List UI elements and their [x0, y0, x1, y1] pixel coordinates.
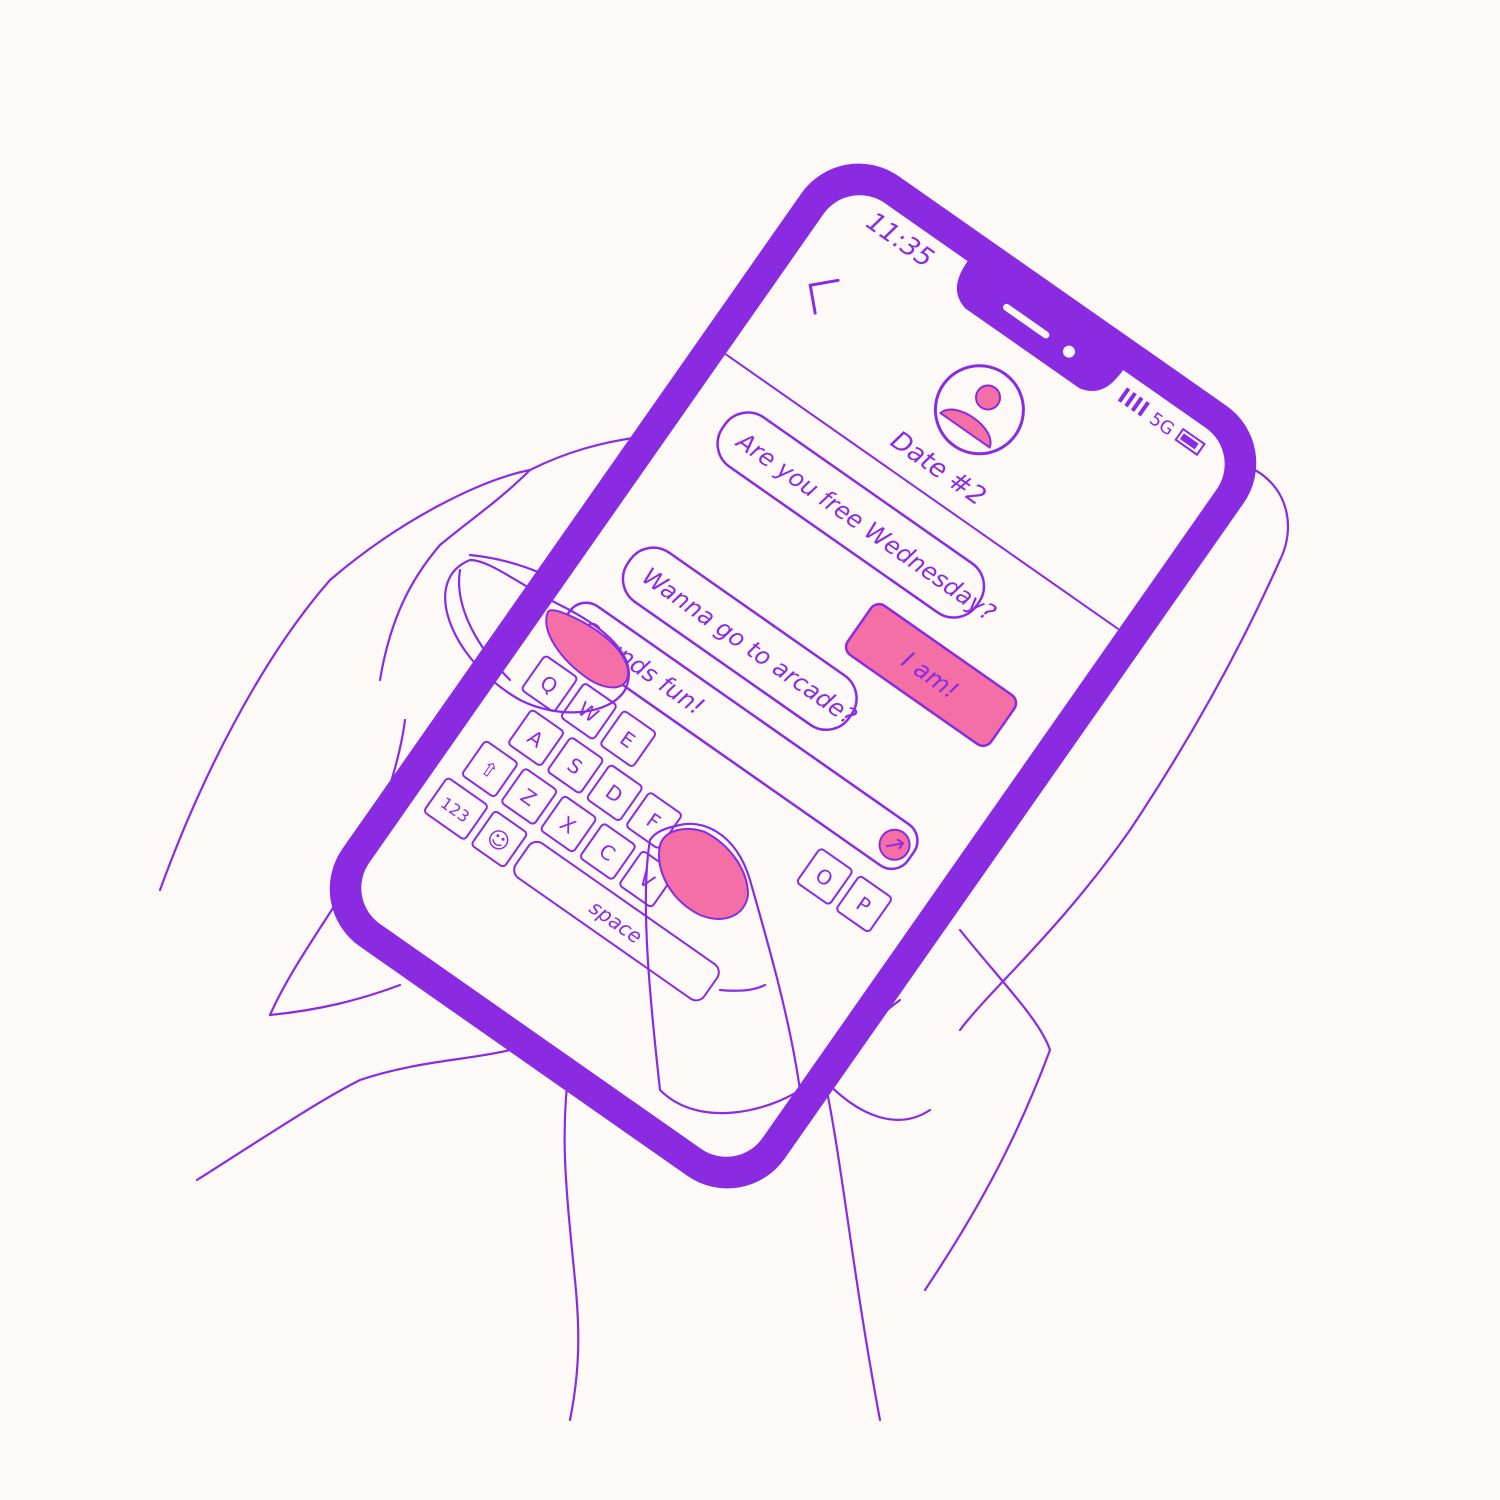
texting-illustration: 11:35 5G Date #2 Are you free Wednesday?	[158, 163, 1290, 1422]
